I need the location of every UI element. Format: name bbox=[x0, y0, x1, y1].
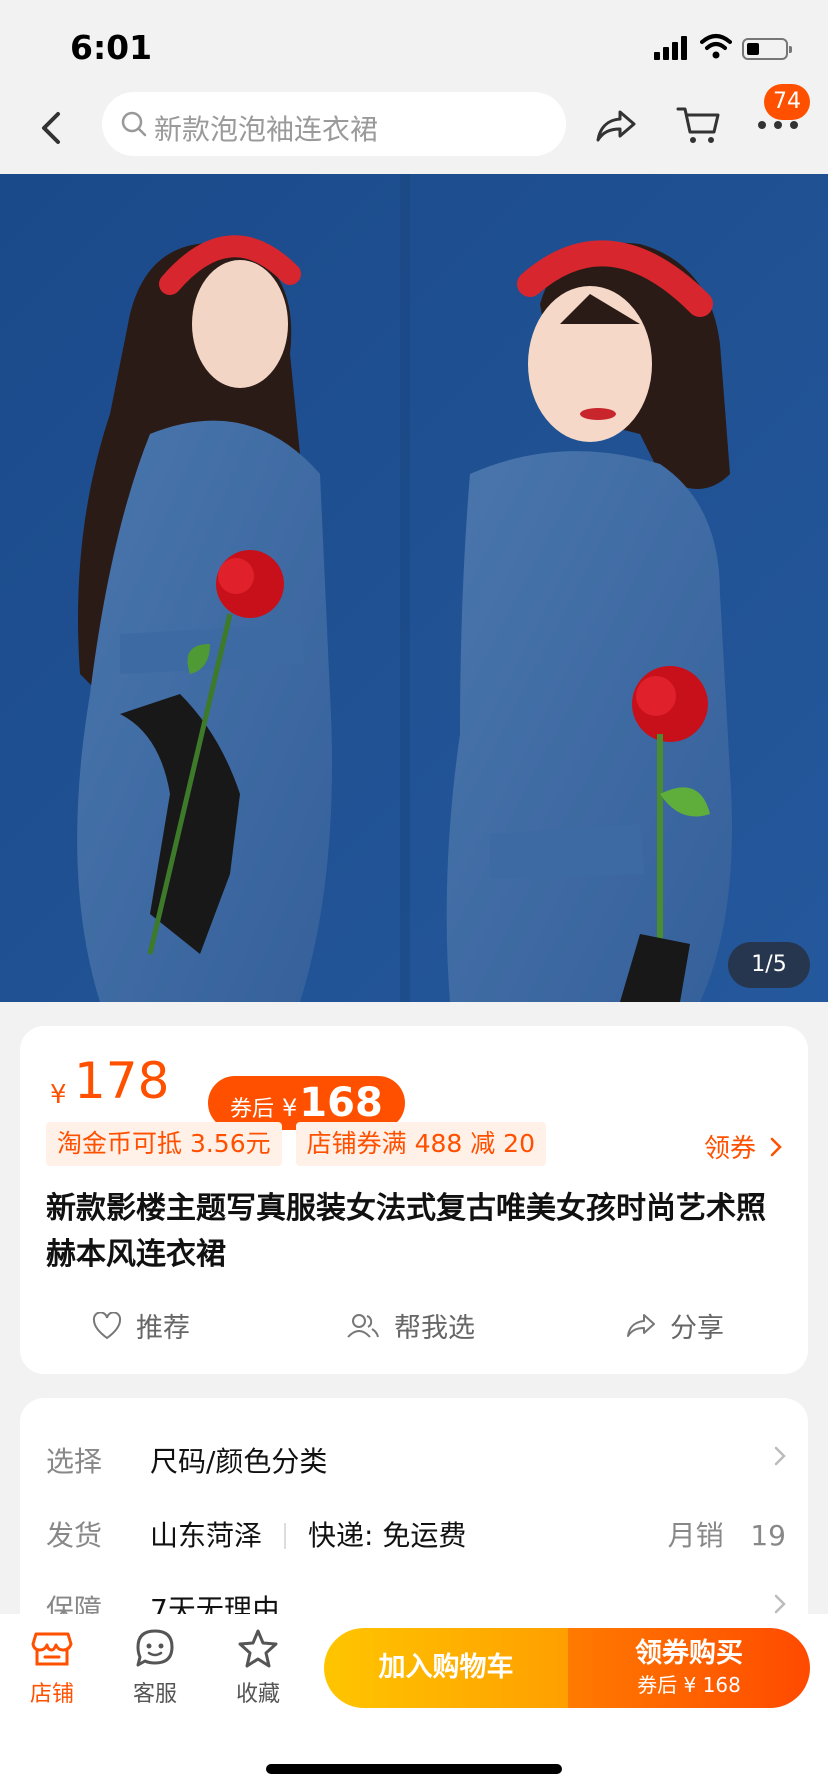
favorite-label: 收藏 bbox=[235, 1682, 280, 1707]
cta-group: 加入购物车 领券购买 券后 ¥ 168 bbox=[324, 1628, 810, 1708]
store-icon bbox=[31, 1632, 73, 1666]
action-row: 推荐 帮我选 分享 bbox=[20, 1306, 808, 1362]
recommend-label: 推荐 bbox=[136, 1313, 190, 1344]
home-indicator[interactable] bbox=[266, 1764, 562, 1774]
promo-tag[interactable]: 店铺券满 488 减 20 bbox=[295, 1122, 546, 1166]
chevron-right-icon bbox=[774, 1594, 786, 1614]
more-icon[interactable] bbox=[756, 118, 800, 132]
heart-icon bbox=[92, 1311, 122, 1339]
promo-tags: 淘金币可抵 3.56元 店铺券满 488 减 20 bbox=[46, 1122, 560, 1166]
product-title: 新款影楼主题写真服装女法式复古唯美女孩时尚艺术照赫本风连衣裙 bbox=[46, 1191, 766, 1272]
cart-icon[interactable] bbox=[676, 104, 720, 146]
share-button[interactable]: 分享 bbox=[626, 1306, 724, 1345]
search-bar[interactable]: 新款泡泡袖连衣裙 bbox=[102, 92, 566, 156]
add-to-cart-button[interactable]: 加入购物车 bbox=[324, 1628, 568, 1708]
shipping-row[interactable]: 发货 山东菏泽 快递: 免运费 月销 19 bbox=[46, 1506, 786, 1556]
product-image[interactable]: 1/5 bbox=[0, 174, 828, 1002]
signal-icon bbox=[654, 36, 688, 60]
ship-info: 山东菏泽 快递: 免运费 bbox=[150, 1514, 466, 1554]
share-label: 分享 bbox=[670, 1313, 724, 1344]
get-coupon-link[interactable]: 领券 bbox=[704, 1128, 782, 1165]
help-choose-button[interactable]: 帮我选 bbox=[346, 1306, 475, 1345]
product-photo bbox=[0, 174, 828, 1002]
customer-service-button[interactable]: 客服 bbox=[115, 1628, 195, 1708]
coupon-buy-button[interactable]: 领券购买 券后 ¥ 168 bbox=[568, 1628, 810, 1708]
select-label: 选择 bbox=[46, 1445, 103, 1478]
service-label: 客服 bbox=[132, 1682, 177, 1707]
ship-origin: 山东菏泽 bbox=[150, 1519, 263, 1552]
price-value: 178 bbox=[74, 1052, 170, 1110]
recommend-button[interactable]: 推荐 bbox=[92, 1306, 190, 1345]
get-coupon-label: 领券 bbox=[703, 1134, 756, 1164]
share-icon bbox=[627, 1313, 655, 1337]
product-info-card: ¥ 178 券后 ¥ 168 淘金币可抵 3.56元 店铺券满 488 减 20… bbox=[20, 1026, 808, 1374]
monthly-sales: 月销 19 bbox=[668, 1514, 786, 1554]
bottom-action-bar: 店铺 客服 收藏 加入购物车 领券购买 券后 ¥ 168 bbox=[0, 1614, 828, 1792]
service-icon bbox=[136, 1629, 174, 1667]
chevron-right-icon bbox=[774, 1446, 786, 1466]
search-placeholder: 新款泡泡袖连衣裙 bbox=[154, 113, 379, 146]
share-icon[interactable] bbox=[594, 106, 638, 146]
store-button[interactable]: 店铺 bbox=[12, 1628, 92, 1708]
sales-label: 月销 bbox=[667, 1519, 724, 1552]
star-icon bbox=[238, 1629, 278, 1668]
ship-label: 发货 bbox=[46, 1519, 103, 1552]
currency-symbol: ¥ bbox=[50, 1080, 67, 1110]
coupon-buy-label: 领券购买 bbox=[635, 1638, 743, 1669]
divider bbox=[284, 1523, 287, 1549]
wifi-icon bbox=[700, 34, 732, 59]
battery-icon bbox=[742, 38, 792, 60]
help-choose-label: 帮我选 bbox=[394, 1313, 475, 1344]
status-bar: 6:01 bbox=[0, 0, 828, 96]
status-time: 6:01 bbox=[70, 28, 153, 67]
sales-value: 19 bbox=[750, 1519, 786, 1552]
option-select-row[interactable]: 选择 尺码/颜色分类 bbox=[46, 1432, 786, 1482]
select-value: 尺码/颜色分类 bbox=[150, 1445, 328, 1478]
people-icon bbox=[347, 1313, 379, 1338]
back-icon[interactable] bbox=[34, 108, 68, 148]
coupon-buy-price: 券后 ¥ 168 bbox=[637, 1673, 741, 1697]
promo-tag[interactable]: 淘金币可抵 3.56元 bbox=[46, 1122, 282, 1166]
chevron-right-icon bbox=[770, 1137, 782, 1156]
top-nav: 新款泡泡袖连衣裙 74 bbox=[0, 84, 828, 170]
notification-badge: 74 bbox=[764, 84, 810, 120]
favorite-button[interactable]: 收藏 bbox=[218, 1628, 298, 1708]
search-icon bbox=[121, 111, 147, 137]
image-counter: 1/5 bbox=[728, 942, 810, 988]
store-label: 店铺 bbox=[29, 1682, 74, 1707]
ship-method: 快递: 免运费 bbox=[308, 1519, 467, 1552]
